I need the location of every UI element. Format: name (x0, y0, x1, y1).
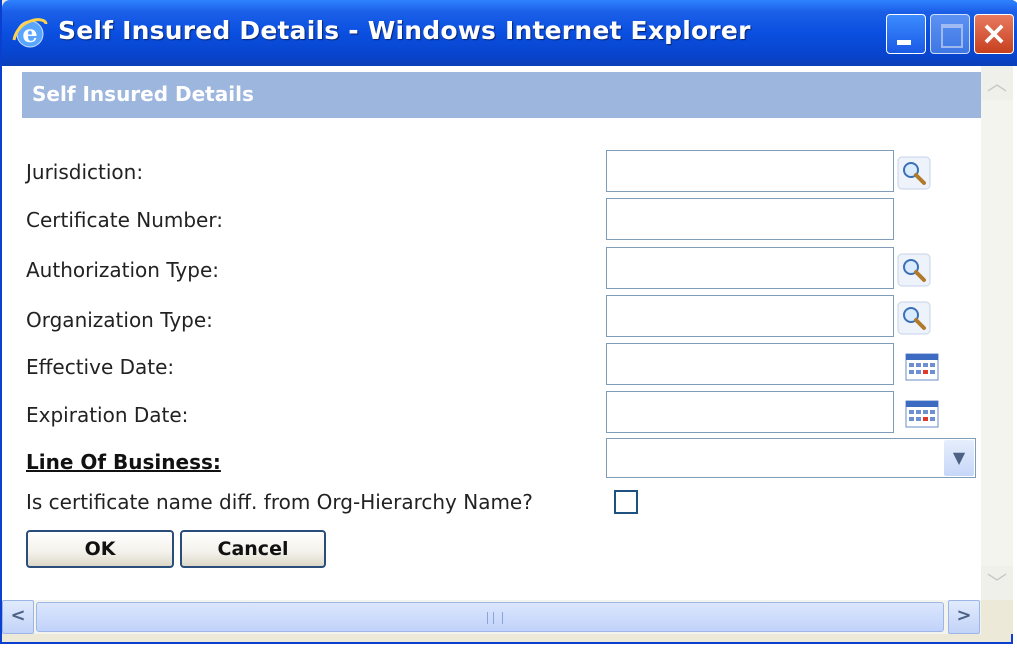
jurisdiction-label: Jurisdiction: (26, 160, 144, 184)
minimize-icon (897, 40, 911, 45)
maximize-button[interactable] (930, 14, 970, 54)
maximize-icon (941, 24, 963, 48)
scroll-left-icon[interactable]: < (2, 600, 34, 634)
expiration-date-label: Expiration Date: (26, 403, 189, 427)
expiration-date-field[interactable] (606, 391, 894, 433)
grip-icon (487, 612, 503, 624)
certificate-number-label: Certificate Number: (26, 208, 223, 232)
window-title: Self Insured Details - Windows Internet … (58, 16, 751, 45)
horizontal-scrollbar[interactable]: < > (2, 600, 1013, 634)
line-of-business-select[interactable]: ▼ (606, 438, 976, 478)
title-bar[interactable]: e Self Insured Details - Windows Interne… (2, 0, 1017, 66)
scroll-down-icon[interactable]: ﹀ (981, 566, 1013, 600)
certificate-number-field[interactable] (606, 198, 894, 240)
organization-type-field[interactable] (606, 295, 894, 337)
close-icon: × (980, 14, 1008, 52)
chevron-down-icon[interactable]: ▼ (944, 440, 974, 476)
cert-name-diff-checkbox[interactable] (614, 490, 638, 514)
ok-button[interactable]: OK (26, 530, 174, 568)
scroll-thumb[interactable] (36, 602, 944, 632)
line-of-business-label[interactable]: Line Of Business: (26, 450, 221, 474)
minimize-button[interactable] (886, 14, 926, 54)
authorization-type-label: Authorization Type: (26, 258, 219, 282)
close-button[interactable]: × (974, 14, 1014, 54)
organization-type-lookup-icon[interactable] (897, 301, 931, 335)
cert-name-diff-label: Is certificate name diff. from Org-Hiera… (26, 490, 533, 514)
section-header: Self Insured Details (22, 72, 982, 118)
cancel-button[interactable]: Cancel (180, 530, 326, 568)
section-title: Self Insured Details (32, 82, 254, 106)
authorization-type-field[interactable] (606, 247, 894, 289)
internet-explorer-icon: e (12, 18, 48, 48)
effective-date-field[interactable] (606, 343, 894, 385)
expiration-date-calendar-icon[interactable] (905, 400, 939, 428)
scroll-right-icon[interactable]: > (948, 600, 980, 634)
organization-type-label: Organization Type: (26, 308, 213, 332)
jurisdiction-field[interactable] (606, 150, 894, 192)
jurisdiction-lookup-icon[interactable] (897, 156, 931, 190)
scroll-up-icon[interactable]: ︿ (981, 66, 1013, 100)
scrollbar-corner (981, 600, 1013, 634)
authorization-type-lookup-icon[interactable] (897, 253, 931, 287)
effective-date-calendar-icon[interactable] (905, 353, 939, 381)
effective-date-label: Effective Date: (26, 355, 175, 379)
vertical-scrollbar[interactable]: ︿ ﹀ (981, 66, 1013, 600)
